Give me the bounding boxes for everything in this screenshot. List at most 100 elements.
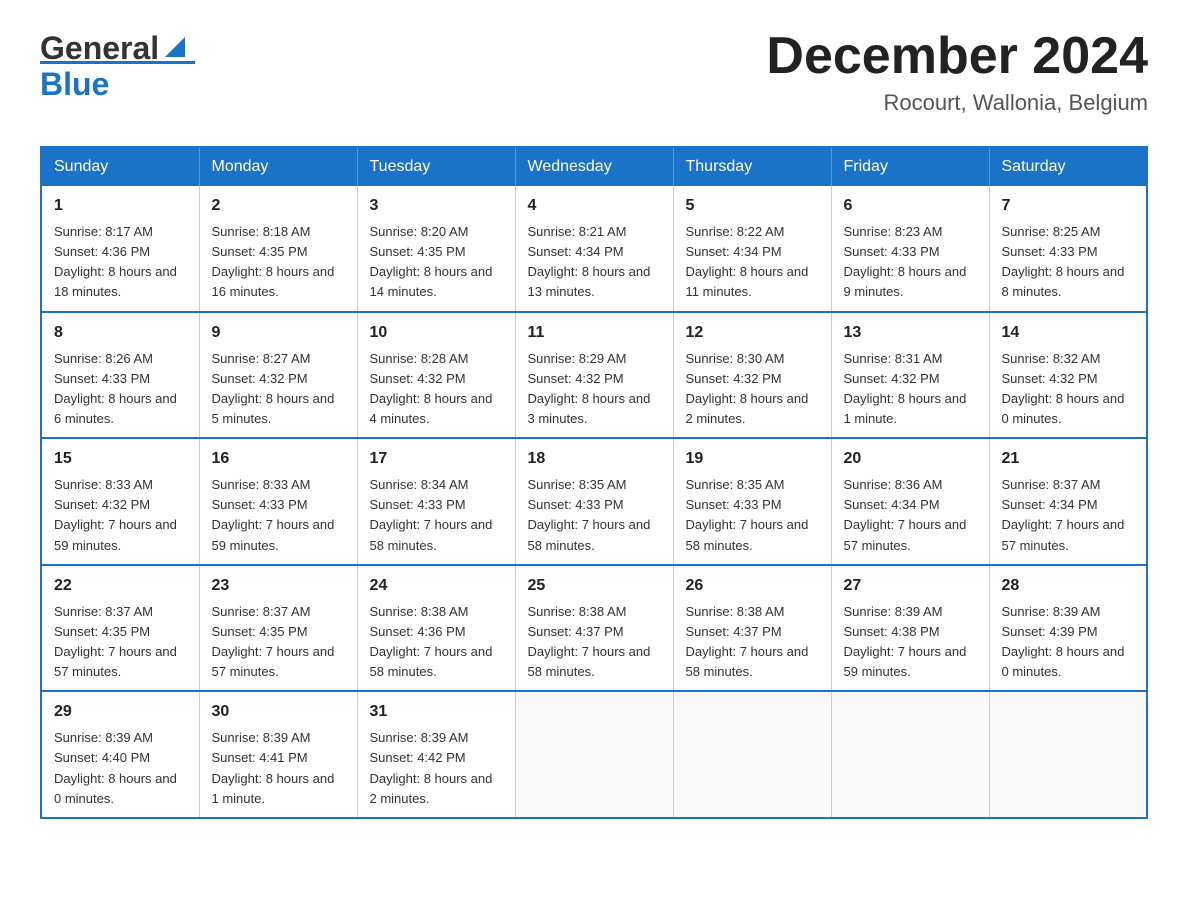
calendar-cell: 16 Sunrise: 8:33 AMSunset: 4:33 PMDayligh… xyxy=(199,438,357,565)
calendar-cell: 15 Sunrise: 8:33 AMSunset: 4:32 PMDayligh… xyxy=(41,438,199,565)
calendar-cell: 31 Sunrise: 8:39 AMSunset: 4:42 PMDayligh… xyxy=(357,691,515,818)
day-number: 17 xyxy=(370,447,503,471)
day-number: 8 xyxy=(54,321,187,345)
day-number: 26 xyxy=(686,574,819,598)
calendar-week-5: 29 Sunrise: 8:39 AMSunset: 4:40 PMDayligh… xyxy=(41,691,1147,818)
calendar-cell: 7 Sunrise: 8:25 AMSunset: 4:33 PMDaylight… xyxy=(989,186,1147,312)
calendar-cell xyxy=(831,691,989,818)
day-info: Sunrise: 8:29 AMSunset: 4:32 PMDaylight:… xyxy=(528,349,661,430)
day-info: Sunrise: 8:38 AMSunset: 4:37 PMDaylight:… xyxy=(686,602,819,683)
day-number: 7 xyxy=(1002,194,1135,218)
day-info: Sunrise: 8:39 AMSunset: 4:42 PMDaylight:… xyxy=(370,728,503,809)
day-info: Sunrise: 8:21 AMSunset: 4:34 PMDaylight:… xyxy=(528,222,661,303)
day-info: Sunrise: 8:33 AMSunset: 4:32 PMDaylight:… xyxy=(54,475,187,556)
logo-triangle-icon xyxy=(161,33,189,61)
day-number: 22 xyxy=(54,574,187,598)
day-number: 10 xyxy=(370,321,503,345)
calendar-cell: 22Sunrise: 8:37 AMSunset: 4:35 PMDayligh… xyxy=(41,565,199,692)
col-tuesday: Tuesday xyxy=(357,147,515,186)
day-info: Sunrise: 8:37 AMSunset: 4:35 PMDaylight:… xyxy=(212,602,345,683)
col-monday: Monday xyxy=(199,147,357,186)
calendar-cell: 12Sunrise: 8:30 AMSunset: 4:32 PMDayligh… xyxy=(673,312,831,439)
calendar-week-1: 1 Sunrise: 8:17 AMSunset: 4:36 PMDaylight… xyxy=(41,186,1147,312)
calendar-cell: 3 Sunrise: 8:20 AMSunset: 4:35 PMDaylight… xyxy=(357,186,515,312)
day-number: 6 xyxy=(844,194,977,218)
calendar-cell: 18 Sunrise: 8:35 AMSunset: 4:33 PMDayligh… xyxy=(515,438,673,565)
calendar-cell: 21 Sunrise: 8:37 AMSunset: 4:34 PMDayligh… xyxy=(989,438,1147,565)
day-number: 11 xyxy=(528,321,661,345)
calendar-cell: 13 Sunrise: 8:31 AMSunset: 4:32 PMDayligh… xyxy=(831,312,989,439)
location: Rocourt, Wallonia, Belgium xyxy=(766,90,1148,116)
calendar-week-2: 8Sunrise: 8:26 AMSunset: 4:33 PMDaylight… xyxy=(41,312,1147,439)
calendar-cell xyxy=(515,691,673,818)
calendar-cell: 10 Sunrise: 8:28 AMSunset: 4:32 PMDayligh… xyxy=(357,312,515,439)
calendar-cell: 4 Sunrise: 8:21 AMSunset: 4:34 PMDaylight… xyxy=(515,186,673,312)
day-number: 3 xyxy=(370,194,503,218)
calendar-cell: 25Sunrise: 8:38 AMSunset: 4:37 PMDayligh… xyxy=(515,565,673,692)
calendar-header-row: Sunday Monday Tuesday Wednesday Thursday… xyxy=(41,147,1147,186)
calendar-week-4: 22 Sunrise: 8:37 AMSunset: 4:35 PMDayligh… xyxy=(41,565,1147,692)
day-number: 16 xyxy=(212,447,345,471)
col-wednesday: Wednesday xyxy=(515,147,673,186)
day-info: Sunrise: 8:31 AMSunset: 4:32 PMDaylight:… xyxy=(844,349,977,430)
col-thursday: Thursday xyxy=(673,147,831,186)
day-number: 4 xyxy=(528,194,661,218)
day-number: 21 xyxy=(1002,447,1135,471)
day-info: Sunrise: 8:36 AMSunset: 4:34 PMDaylight:… xyxy=(844,475,977,556)
calendar-cell: 28 Sunrise: 8:39 AMSunset: 4:39 PMDayligh… xyxy=(989,565,1147,692)
day-number: 14 xyxy=(1002,321,1135,345)
col-sunday: Sunday xyxy=(41,147,199,186)
calendar-cell xyxy=(673,691,831,818)
day-info: Sunrise: 8:39 AMSunset: 4:39 PMDaylight:… xyxy=(1002,602,1135,683)
day-number: 29 xyxy=(54,700,187,724)
day-number: 23 xyxy=(212,574,345,598)
day-info: Sunrise: 8:18 AMSunset: 4:35 PMDaylight:… xyxy=(212,222,345,303)
day-info: Sunrise: 8:35 AMSunset: 4:33 PMDaylight:… xyxy=(528,475,661,556)
day-info: Sunrise: 8:38 AMSunset: 4:36 PMDaylight:… xyxy=(370,602,503,683)
day-info: Sunrise: 8:37 AMSunset: 4:34 PMDaylight:… xyxy=(1002,475,1135,556)
calendar-cell: 20Sunrise: 8:36 AMSunset: 4:34 PMDayligh… xyxy=(831,438,989,565)
calendar-cell: 24 Sunrise: 8:38 AMSunset: 4:36 PMDayligh… xyxy=(357,565,515,692)
day-info: Sunrise: 8:30 AMSunset: 4:32 PMDaylight:… xyxy=(686,349,819,430)
logo-blue: Blue xyxy=(40,66,109,102)
calendar-cell: 27Sunrise: 8:39 AMSunset: 4:38 PMDayligh… xyxy=(831,565,989,692)
day-info: Sunrise: 8:17 AMSunset: 4:36 PMDaylight:… xyxy=(54,222,187,303)
day-number: 15 xyxy=(54,447,187,471)
day-info: Sunrise: 8:25 AMSunset: 4:33 PMDaylight:… xyxy=(1002,222,1135,303)
month-title: December 2024 xyxy=(766,30,1148,82)
day-info: Sunrise: 8:39 AMSunset: 4:40 PMDaylight:… xyxy=(54,728,187,809)
day-number: 9 xyxy=(212,321,345,345)
day-number: 30 xyxy=(212,700,345,724)
day-number: 19 xyxy=(686,447,819,471)
title-section: December 2024 Rocourt, Wallonia, Belgium xyxy=(766,30,1148,116)
day-info: Sunrise: 8:38 AMSunset: 4:37 PMDaylight:… xyxy=(528,602,661,683)
day-number: 18 xyxy=(528,447,661,471)
day-number: 24 xyxy=(370,574,503,598)
day-info: Sunrise: 8:35 AMSunset: 4:33 PMDaylight:… xyxy=(686,475,819,556)
day-number: 13 xyxy=(844,321,977,345)
calendar-cell: 26 Sunrise: 8:38 AMSunset: 4:37 PMDayligh… xyxy=(673,565,831,692)
calendar-cell: 1 Sunrise: 8:17 AMSunset: 4:36 PMDaylight… xyxy=(41,186,199,312)
calendar-week-3: 15 Sunrise: 8:33 AMSunset: 4:32 PMDayligh… xyxy=(41,438,1147,565)
day-info: Sunrise: 8:23 AMSunset: 4:33 PMDaylight:… xyxy=(844,222,977,303)
calendar-cell: 19 Sunrise: 8:35 AMSunset: 4:33 PMDayligh… xyxy=(673,438,831,565)
calendar-cell: 9Sunrise: 8:27 AMSunset: 4:32 PMDaylight… xyxy=(199,312,357,439)
calendar-cell: 2Sunrise: 8:18 AMSunset: 4:35 PMDaylight… xyxy=(199,186,357,312)
day-info: Sunrise: 8:39 AMSunset: 4:41 PMDaylight:… xyxy=(212,728,345,809)
day-info: Sunrise: 8:34 AMSunset: 4:33 PMDaylight:… xyxy=(370,475,503,556)
day-info: Sunrise: 8:33 AMSunset: 4:33 PMDaylight:… xyxy=(212,475,345,556)
calendar-cell: 8Sunrise: 8:26 AMSunset: 4:33 PMDaylight… xyxy=(41,312,199,439)
calendar-cell: 17 Sunrise: 8:34 AMSunset: 4:33 PMDayligh… xyxy=(357,438,515,565)
day-number: 31 xyxy=(370,700,503,724)
calendar-cell: 11 Sunrise: 8:29 AMSunset: 4:32 PMDayligh… xyxy=(515,312,673,439)
calendar-cell: 14Sunrise: 8:32 AMSunset: 4:32 PMDayligh… xyxy=(989,312,1147,439)
calendar-cell: 29 Sunrise: 8:39 AMSunset: 4:40 PMDayligh… xyxy=(41,691,199,818)
day-number: 1 xyxy=(54,194,187,218)
calendar-cell: 23 Sunrise: 8:37 AMSunset: 4:35 PMDayligh… xyxy=(199,565,357,692)
day-number: 5 xyxy=(686,194,819,218)
day-info: Sunrise: 8:28 AMSunset: 4:32 PMDaylight:… xyxy=(370,349,503,430)
day-info: Sunrise: 8:22 AMSunset: 4:34 PMDaylight:… xyxy=(686,222,819,303)
day-number: 28 xyxy=(1002,574,1135,598)
calendar-table: Sunday Monday Tuesday Wednesday Thursday… xyxy=(40,146,1148,819)
day-info: Sunrise: 8:20 AMSunset: 4:35 PMDaylight:… xyxy=(370,222,503,303)
